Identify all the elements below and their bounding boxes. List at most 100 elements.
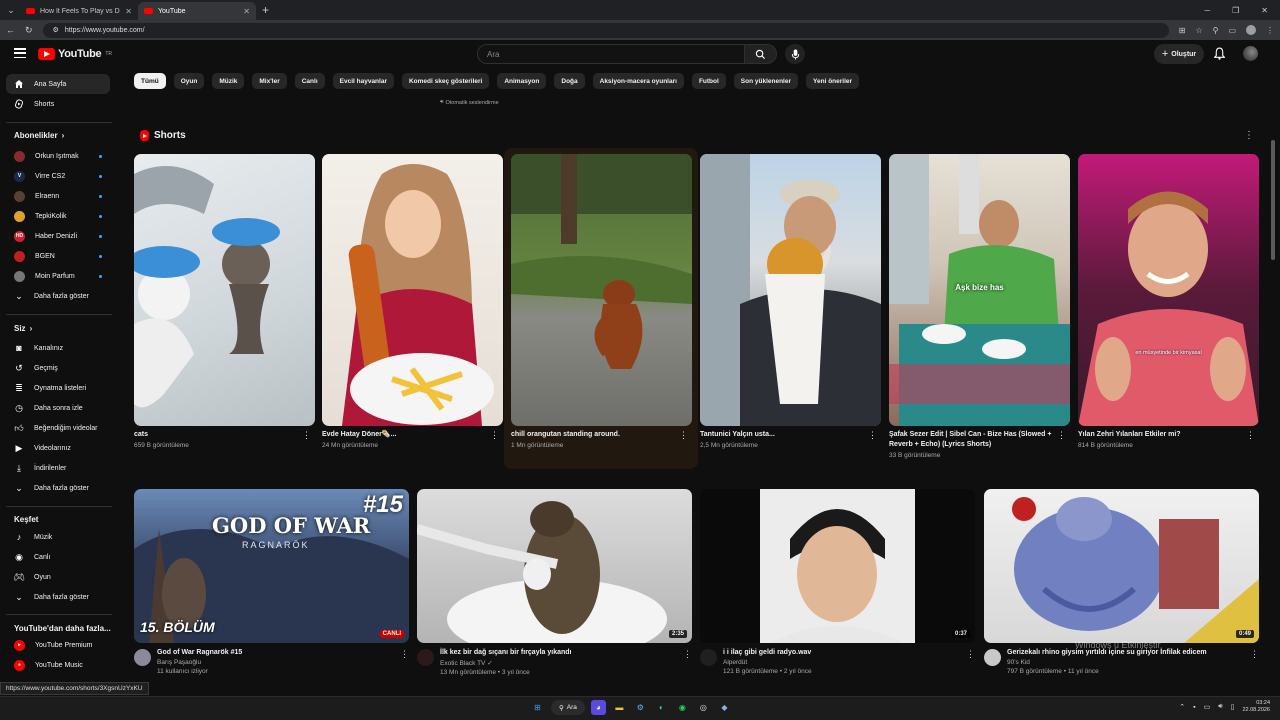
short-thumbnail[interactable] bbox=[322, 154, 503, 426]
more-actions-icon[interactable]: ⋮ bbox=[490, 430, 499, 441]
close-tab-icon[interactable]: ✕ bbox=[243, 7, 250, 16]
chip[interactable]: Son yüklenenler bbox=[733, 73, 799, 89]
install-app-icon[interactable]: ⊞ bbox=[1179, 26, 1186, 35]
sidebar-item-subscription[interactable]: BGEN bbox=[6, 246, 110, 266]
browser-tab[interactable]: How It Feels To Play vs DONK in F ✕ bbox=[20, 2, 138, 20]
video-thumbnail[interactable]: 0:49 bbox=[984, 489, 1259, 643]
minimize-icon[interactable]: ─ bbox=[1204, 6, 1210, 15]
channel-avatar[interactable] bbox=[700, 649, 717, 666]
sidebar-item-subscription[interactable]: Orkun Işıtmak bbox=[6, 146, 110, 166]
sidebar-item-your-channel[interactable]: ◙ Kanalınız bbox=[6, 338, 110, 358]
short-thumbnail[interactable] bbox=[511, 154, 692, 426]
sidebar-item-shorts[interactable]: Shorts bbox=[6, 94, 110, 114]
short-thumbnail[interactable]: Aşk bize has bbox=[889, 154, 1070, 426]
channel-name[interactable]: 90's Kid bbox=[1007, 659, 1244, 666]
more-actions-icon[interactable]: ⋮ bbox=[683, 649, 692, 676]
chip[interactable]: Canlı bbox=[294, 73, 325, 89]
browser-tab-active[interactable]: YouTube ✕ bbox=[138, 2, 256, 20]
chip[interactable]: Animasyon bbox=[497, 73, 547, 89]
search-input[interactable]: Ara bbox=[477, 44, 745, 64]
chip[interactable]: Aksiyon-macera oyunları bbox=[592, 73, 684, 89]
network-icon[interactable]: ▭ bbox=[1204, 703, 1211, 711]
chip[interactable]: Mix'ler bbox=[252, 73, 287, 89]
account-avatar[interactable] bbox=[1243, 46, 1258, 61]
show-more-you[interactable]: ⌄ Daha fazla göster bbox=[6, 478, 110, 498]
short-title[interactable]: Tantunici Yalçın usta... bbox=[700, 430, 881, 440]
show-more-explore[interactable]: ⌄ Daha fazla göster bbox=[6, 587, 110, 607]
sidebar-item-playlists[interactable]: ≣ Oynatma listeleri bbox=[6, 378, 110, 398]
shelf-more-icon[interactable]: ⋮ bbox=[1244, 131, 1254, 141]
extensions-icon[interactable]: ⚲ bbox=[1213, 26, 1219, 35]
sidebar-item-music[interactable]: ♪ Müzik bbox=[6, 527, 110, 547]
page-scrollbar[interactable] bbox=[1271, 140, 1275, 260]
video-thumbnail[interactable]: 0:37 bbox=[700, 489, 975, 643]
chrome-icon[interactable]: ◎ bbox=[696, 700, 711, 715]
more-actions-icon[interactable]: ⋮ bbox=[868, 430, 877, 441]
channel-name[interactable]: Exotic Black TV ✓ bbox=[440, 659, 677, 667]
bookmark-star-icon[interactable]: ☆ bbox=[1195, 26, 1202, 35]
sidebar-item-live[interactable]: ◉ Canlı bbox=[6, 547, 110, 567]
search-button[interactable] bbox=[745, 44, 777, 64]
volume-icon[interactable]: 🔊︎ bbox=[1218, 703, 1222, 711]
spotify-icon[interactable]: ◉ bbox=[675, 700, 690, 715]
sidebar-item-your-videos[interactable]: ▶ Videolarınız bbox=[6, 438, 110, 458]
more-actions-icon[interactable]: ⋮ bbox=[1250, 649, 1259, 675]
short-title[interactable]: Şafak Sezer Edit | Sibel Can - Bize Has … bbox=[889, 430, 1070, 450]
sidepanel-icon[interactable]: ▭ bbox=[1228, 26, 1236, 35]
new-tab-button[interactable]: + bbox=[262, 3, 269, 17]
more-actions-icon[interactable]: ⋮ bbox=[302, 430, 311, 441]
steam-icon[interactable]: ⚙ bbox=[633, 700, 648, 715]
sidebar-item-liked-videos[interactable]: 👍︎ Beğendiğim videolar bbox=[6, 418, 110, 438]
sidebar-item-subscription[interactable]: HD Haber Denizli bbox=[6, 226, 110, 246]
nvidia-icon[interactable]: ▪ bbox=[1193, 704, 1195, 711]
chip[interactable]: Komedi skeç gösterileri bbox=[401, 73, 490, 89]
short-title[interactable]: Yılan Zehri Yılanları Etkiler mi? bbox=[1078, 430, 1259, 440]
sidebar-item-watch-later[interactable]: ◷ Daha sonra izle bbox=[6, 398, 110, 418]
battery-icon[interactable]: ▯ bbox=[1231, 703, 1235, 711]
chip[interactable]: Futbol bbox=[691, 73, 726, 89]
you-heading[interactable]: Siz › bbox=[14, 324, 32, 333]
chip[interactable]: Doğa bbox=[554, 73, 585, 89]
short-title[interactable]: cats bbox=[134, 430, 315, 440]
short-title[interactable]: chill orangutan standing around. bbox=[511, 430, 692, 440]
sidebar-item-history[interactable]: ↺ Geçmiş bbox=[6, 358, 110, 378]
menu-icon[interactable]: ⋮ bbox=[1266, 26, 1274, 35]
show-more-subscriptions[interactable]: ⌄ Daha fazla göster bbox=[6, 286, 110, 306]
address-bar[interactable]: ⚙ https://www.youtube.com/ bbox=[42, 22, 1169, 38]
chip[interactable]: Müzik bbox=[212, 73, 245, 89]
windows-start-icon[interactable]: ⊞ bbox=[530, 700, 545, 715]
short-thumbnail[interactable] bbox=[134, 154, 315, 426]
sidebar-item-downloads[interactable]: ⤓ İndirilenler bbox=[6, 458, 110, 478]
sidebar-item-youtube-premium[interactable]: ▸ YouTube Premium bbox=[6, 635, 110, 655]
youtube-logo[interactable]: YouTube TR bbox=[38, 48, 112, 60]
more-actions-icon[interactable]: ⋮ bbox=[400, 649, 409, 675]
more-actions-icon[interactable]: ⋮ bbox=[1246, 430, 1255, 441]
notifications-bell-icon[interactable] bbox=[1214, 47, 1225, 60]
short-title[interactable]: Evde Hatay Döner🌯... bbox=[322, 430, 503, 440]
sidebar-item-subscription[interactable]: V Virre CS2 bbox=[6, 166, 110, 186]
close-window-icon[interactable]: ✕ bbox=[1261, 6, 1268, 15]
create-button[interactable]: + Oluştur bbox=[1154, 44, 1204, 64]
video-title[interactable]: God of War Ragnarök #15 bbox=[157, 649, 394, 656]
more-actions-icon[interactable]: ⋮ bbox=[966, 649, 975, 675]
video-title[interactable]: Gerizekalı rhino giysim yırtıldı içine s… bbox=[1007, 649, 1244, 656]
clock[interactable]: 03:24 22.08.2026 bbox=[1242, 700, 1270, 714]
more-actions-icon[interactable]: ⋮ bbox=[1057, 430, 1066, 441]
short-thumbnail[interactable] bbox=[700, 154, 881, 426]
sidebar-item-youtube-music[interactable]: ● YouTube Music bbox=[6, 655, 110, 675]
video-thumbnail[interactable]: 2:35 bbox=[417, 489, 692, 643]
sidebar-item-subscription[interactable]: TepkiKolik bbox=[6, 206, 110, 226]
chip[interactable]: Oyun bbox=[173, 73, 205, 89]
close-tab-icon[interactable]: ✕ bbox=[125, 7, 132, 16]
video-thumbnail[interactable]: GOD OF WAR RAGNARÖK #15 15. BÖLÜM CANLI bbox=[134, 489, 409, 643]
steam-client-icon[interactable]: ◆ bbox=[717, 700, 732, 715]
chip-all[interactable]: Tümü bbox=[134, 73, 166, 89]
channel-name[interactable]: Barış Paşaoğlu bbox=[157, 659, 394, 666]
short-thumbnail[interactable]: en müsyetinde bir kimyasal bbox=[1078, 154, 1259, 426]
video-title[interactable]: İlk kez bir dağ sıçanı bir fırçayla yıka… bbox=[440, 649, 677, 656]
maximize-icon[interactable]: ❐ bbox=[1232, 6, 1239, 15]
tray-overflow-icon[interactable]: ⌃ bbox=[1179, 703, 1185, 711]
chip[interactable]: Evcil hayvanlar bbox=[332, 73, 394, 89]
channel-avatar[interactable] bbox=[134, 649, 151, 666]
sidebar-item-subscription[interactable]: Elraenn bbox=[6, 186, 110, 206]
